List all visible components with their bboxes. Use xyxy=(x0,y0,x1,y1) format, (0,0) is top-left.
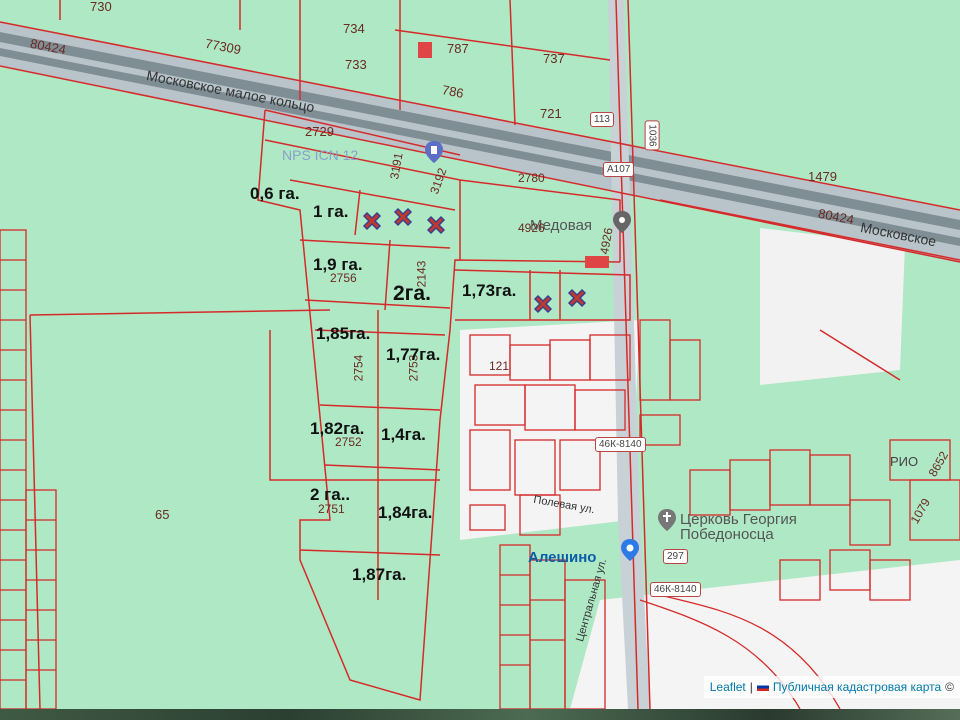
cross-marker-icon[interactable] xyxy=(531,292,555,316)
parcel-number: 1479 xyxy=(808,169,837,184)
lot-area-label: 2 га.. xyxy=(310,485,351,504)
highway-lane xyxy=(0,32,960,230)
cross-marker-icon[interactable] xyxy=(565,286,589,310)
lot-area-label: 1,87га. xyxy=(352,565,407,584)
cadastral-map[interactable]: Московское малое кольцо Московское Полев… xyxy=(0,0,960,709)
lot-area-label: 1,77га. xyxy=(386,345,441,364)
white-zone xyxy=(760,228,905,385)
map-geometry xyxy=(0,0,960,709)
road-shield: 46К-8140 xyxy=(650,582,701,597)
attribution-separator: | xyxy=(749,680,753,694)
left-lots xyxy=(0,229,57,709)
bottom-strip xyxy=(0,709,960,720)
building xyxy=(418,42,432,58)
place-label-rio: РИО xyxy=(890,454,919,469)
parcel-number: 737 xyxy=(543,51,565,66)
parcel-number: 2751 xyxy=(318,502,345,516)
road-shield: 113 xyxy=(590,112,614,127)
parcel-number: 2754 xyxy=(351,354,366,382)
road-shield: 297 xyxy=(663,549,688,564)
cross-marker-icon[interactable] xyxy=(360,209,384,233)
parcel-number: 121 xyxy=(489,359,510,373)
parcel-number: 4926 xyxy=(518,221,545,235)
leaflet-link[interactable]: Leaflet xyxy=(710,680,746,694)
cadastral-map-link[interactable]: Публичная кадастровая карта xyxy=(773,680,941,694)
lot-area-label: 1 га. xyxy=(313,202,349,221)
highway-band xyxy=(0,22,960,262)
road-shield: А107 xyxy=(603,162,635,177)
map-attribution: Leaflet | Публичная кадастровая карта © xyxy=(703,676,960,698)
parcel-number: 733 xyxy=(345,57,367,72)
copyright-mark: © xyxy=(945,680,954,694)
lot-area-label: 1,85га. xyxy=(316,324,371,343)
lot-area-label: 1,84га. xyxy=(378,503,433,522)
parcel-number: 787 xyxy=(447,41,469,56)
parcel-number: 2729 xyxy=(305,124,334,139)
lot-area-label: 1,82га. xyxy=(310,419,365,438)
location-pin-icon[interactable] xyxy=(618,538,642,562)
place-label-church: Церковь Георгия Победоносца xyxy=(680,511,797,543)
lot-area-label: 1,9 га. xyxy=(313,255,363,274)
parcel-number: 2780 xyxy=(518,171,545,185)
lot-area-label: 0,6 га. xyxy=(250,184,300,203)
road-shield: 1036 xyxy=(644,120,660,151)
place-label-station: NPS ICN 12 xyxy=(282,147,359,163)
cross-marker-icon[interactable] xyxy=(391,205,415,229)
road-shield: 46К-8140 xyxy=(595,437,646,452)
parcel-number: 786 xyxy=(440,82,465,101)
parcel-number: 65 xyxy=(155,507,170,522)
building xyxy=(585,256,609,268)
highway-lane xyxy=(0,48,960,246)
parcel-number: 734 xyxy=(343,21,365,36)
lot-area-label: 2га. xyxy=(393,282,431,305)
church-pin-icon[interactable] xyxy=(655,508,679,532)
lot-area-label: 1,4га. xyxy=(381,425,426,444)
parcel-number: 721 xyxy=(540,106,562,121)
fuel-pin-icon[interactable] xyxy=(422,140,446,164)
cross-marker-icon[interactable] xyxy=(424,213,448,237)
parcel-number: 730 xyxy=(90,0,112,14)
place-label-village: Алешино xyxy=(528,549,597,566)
lot-area-label: 1,73га. xyxy=(462,281,517,300)
flag-icon xyxy=(756,683,769,691)
